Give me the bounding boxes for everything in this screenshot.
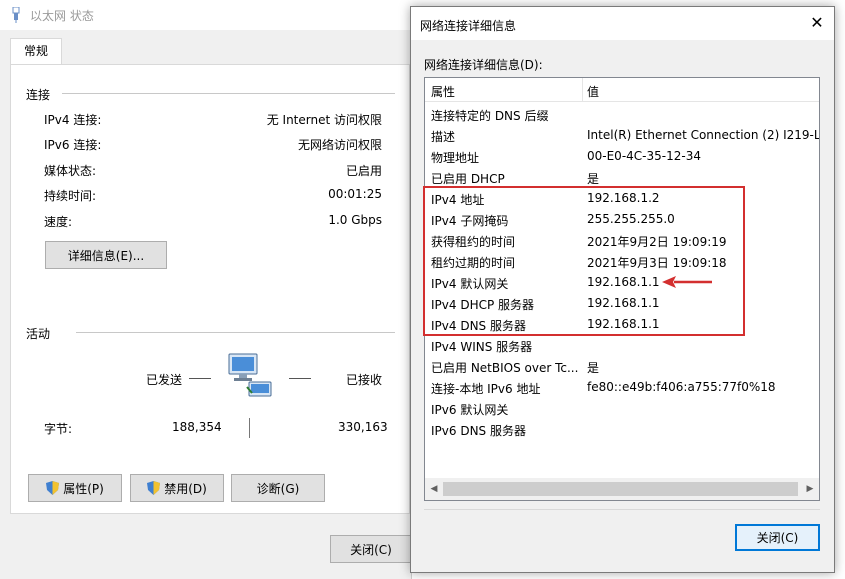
general-panel: [10, 64, 410, 514]
detail-row[interactable]: IPv6 DNS 服务器: [425, 418, 819, 439]
duration-value: 00:01:25: [328, 187, 382, 201]
title-bar: 以太网 状态: [0, 0, 412, 30]
media-state-value: 已启用: [345, 164, 382, 178]
diagnose-button[interactable]: 诊断(G): [231, 474, 325, 502]
group-divider: [76, 332, 395, 333]
red-arrow-icon: [662, 276, 712, 288]
bytes-sent-value: 188,354: [172, 420, 222, 434]
ipv4-connectivity-label: IPv4 连接:: [44, 113, 102, 127]
column-header-value[interactable]: 值: [587, 83, 599, 100]
detail-property: 连接-本地 IPv6 地址: [431, 382, 541, 396]
list-header: 属性 值: [425, 78, 819, 102]
bytes-received-value: 330,163: [338, 420, 388, 434]
speed-value: 1.0 Gbps: [328, 213, 382, 227]
duration-label: 持续时间:: [44, 189, 97, 203]
detail-row[interactable]: 已启用 NetBIOS over Tc... 是: [425, 355, 819, 376]
detail-property: IPv6 DNS 服务器: [431, 424, 526, 438]
properties-button-label: 属性(P): [63, 481, 104, 496]
column-divider[interactable]: [582, 78, 583, 102]
connection-group-title: 连接: [26, 88, 51, 102]
detail-row[interactable]: 物理地址 00-E0-4C-35-12-34: [425, 145, 819, 166]
detail-value: 是: [587, 172, 600, 186]
detail-property: 物理地址: [431, 151, 480, 165]
sent-dash: [189, 378, 211, 379]
horizontal-scrollbar[interactable]: ◀ ▶: [425, 478, 819, 500]
bytes-label: 字节:: [44, 422, 73, 436]
detail-row[interactable]: 连接特定的 DNS 后缀: [425, 103, 819, 124]
activity-group-title: 活动: [26, 327, 51, 341]
status-close-button[interactable]: 关闭(C): [330, 535, 412, 563]
group-divider: [62, 93, 395, 94]
detail-property: 已启用 DHCP: [431, 172, 505, 186]
ethernet-status-window: 以太网 状态 常规 连接 IPv4 连接: 无 Internet 访问权限 IP…: [0, 0, 412, 579]
details-list-caption: 网络连接详细信息(D):: [424, 58, 543, 72]
highlight-box: [423, 186, 745, 336]
dialog-divider: [424, 509, 820, 510]
speed-label: 速度:: [44, 215, 73, 229]
received-dash: [289, 378, 311, 379]
scroll-right-icon[interactable]: ▶: [801, 478, 819, 500]
tab-general[interactable]: 常规: [10, 38, 62, 65]
detail-row[interactable]: 描述 Intel(R) Ethernet Connection (2) I219-…: [425, 124, 819, 145]
detail-row[interactable]: 已启用 DHCP 是: [425, 166, 819, 187]
uac-shield-icon: [46, 481, 60, 495]
ethernet-icon: [12, 7, 20, 23]
scrollbar-thumb[interactable]: [443, 482, 798, 496]
detail-property: IPv4 WINS 服务器: [431, 340, 533, 354]
media-state-label: 媒体状态:: [44, 164, 97, 178]
close-icon[interactable]: ✕: [800, 7, 834, 39]
received-label: 已接收: [346, 373, 383, 387]
column-header-property[interactable]: 属性: [431, 83, 455, 100]
dialog-close-button[interactable]: 关闭(C): [735, 524, 820, 551]
detail-property: 已启用 NetBIOS over Tc...: [431, 361, 579, 375]
details-button[interactable]: 详细信息(E)...: [45, 241, 167, 269]
detail-value: 是: [587, 361, 600, 375]
dialog-title-bar: 网络连接详细信息 ✕: [411, 7, 834, 40]
ipv6-connectivity-label: IPv6 连接:: [44, 138, 102, 152]
properties-button[interactable]: 属性(P): [28, 474, 122, 502]
detail-row[interactable]: 连接-本地 IPv6 地址 fe80::e49b:f406:a755:77f0%1…: [425, 376, 819, 397]
network-computers-icon: [228, 353, 272, 397]
dialog-title: 网络连接详细信息: [420, 19, 517, 33]
disable-button[interactable]: 禁用(D): [130, 474, 224, 502]
scroll-left-icon[interactable]: ◀: [425, 478, 443, 500]
detail-value: Intel(R) Ethernet Connection (2) I219-LM: [587, 128, 820, 142]
detail-property: 连接特定的 DNS 后缀: [431, 109, 549, 123]
uac-shield-icon: [147, 481, 161, 495]
detail-property: IPv6 默认网关: [431, 403, 509, 417]
ipv6-connectivity-value: 无网络访问权限: [297, 138, 382, 152]
detail-row[interactable]: IPv4 WINS 服务器: [425, 334, 819, 355]
ipv4-connectivity-value: 无 Internet 访问权限: [266, 113, 382, 127]
window-title: 以太网 状态: [30, 9, 94, 23]
sent-label: 已发送: [146, 373, 183, 387]
detail-row[interactable]: IPv6 默认网关: [425, 397, 819, 418]
detail-property: 描述: [431, 130, 456, 144]
detail-value: 00-E0-4C-35-12-34: [587, 149, 701, 163]
detail-value: fe80::e49b:f406:a755:77f0%18: [587, 380, 776, 394]
bytes-separator: [249, 418, 250, 438]
disable-button-label: 禁用(D): [164, 481, 207, 496]
